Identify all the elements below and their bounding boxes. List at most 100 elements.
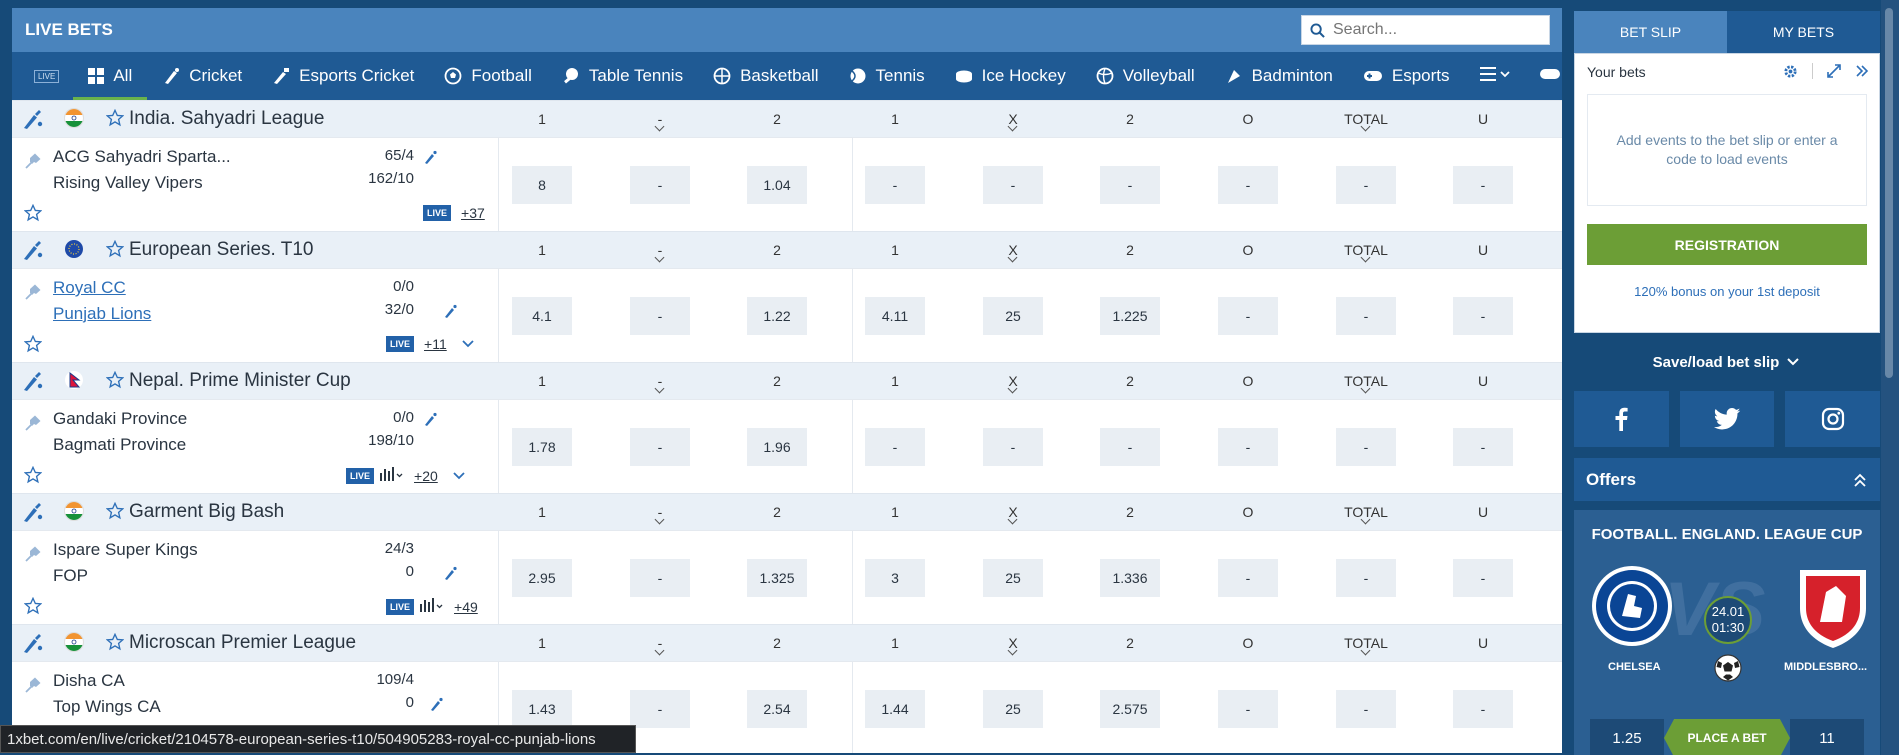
odds-button[interactable]: -	[983, 428, 1043, 466]
favorite-star-icon[interactable]	[105, 501, 125, 525]
team-home[interactable]: Ispare Super Kings	[53, 540, 198, 560]
sport-tab-tennis[interactable]: Tennis	[834, 52, 940, 100]
team-away[interactable]: Bagmati Province	[53, 435, 186, 455]
match-row[interactable]: Ispare Super Kings FOP 24/3 0 LIVE +49 2.95 - 1.…	[12, 530, 1562, 624]
odds-button[interactable]: 8	[512, 166, 572, 204]
odds-button[interactable]: -	[1100, 428, 1160, 466]
team-away[interactable]: Rising Valley Vipers	[53, 173, 203, 193]
odds-button[interactable]: 1.336	[1100, 559, 1160, 597]
odds-button[interactable]: -	[1453, 690, 1513, 728]
match-row[interactable]: Gandaki Province Bagmati Province 0/0 198/1…	[12, 399, 1562, 493]
registration-button[interactable]: REGISTRATION	[1587, 224, 1867, 265]
match-row[interactable]: Royal CC Punjab Lions 0/0 32/0 LIVE +11 4.1 - 1.…	[12, 268, 1562, 362]
sport-tab-esports-cricket[interactable]: Esports Cricket	[257, 52, 429, 100]
odds-button[interactable]: -	[630, 166, 690, 204]
favorite-star-icon[interactable]	[23, 465, 43, 489]
league-header[interactable]: India. Sahyadri League 1 - 2 1 X 2 O TOTAL U	[12, 100, 1562, 137]
odds-button[interactable]: -	[1218, 297, 1278, 335]
scrollbar-thumb[interactable]	[1885, 8, 1893, 378]
odds-button[interactable]: 1.43	[512, 690, 572, 728]
pin-icon[interactable]	[24, 676, 42, 699]
offer-odd-away[interactable]: 11	[1790, 719, 1864, 755]
statistics-icon[interactable]	[420, 598, 444, 615]
league-header[interactable]: Garment Big Bash 1 - 2 1 X 2 O TOTAL U	[12, 493, 1562, 530]
save-load-bet-slip[interactable]: Save/load bet slip	[1574, 333, 1880, 391]
odds-button[interactable]: 2.95	[512, 559, 572, 597]
facebook-link[interactable]	[1574, 391, 1669, 447]
collapse-double-chevron-icon[interactable]	[1855, 64, 1869, 78]
odds-button[interactable]: -	[1336, 690, 1396, 728]
sport-tab-esports[interactable]: Esports	[1348, 52, 1465, 100]
sport-tab-table-tennis[interactable]: Table Tennis	[547, 52, 698, 100]
team-home[interactable]: ACG Sahyadri Sparta...	[53, 147, 231, 167]
favorite-star-icon[interactable]	[23, 203, 43, 227]
odds-button[interactable]: -	[630, 428, 690, 466]
odds-button[interactable]: 1.225	[1100, 297, 1160, 335]
league-header[interactable]: European Series. T10 1 - 2 1 X 2 O TOTAL U	[12, 231, 1562, 268]
odds-button[interactable]: -	[1336, 297, 1396, 335]
pin-icon[interactable]	[24, 152, 42, 175]
league-name[interactable]: Microscan Premier League	[129, 632, 356, 654]
chevron-down-icon[interactable]	[452, 468, 466, 484]
expand-icon[interactable]	[1827, 64, 1841, 78]
odds-button[interactable]: 25	[983, 690, 1043, 728]
sport-tab-volleyball[interactable]: Volleyball	[1081, 52, 1210, 100]
more-markets-link[interactable]: +11	[424, 336, 447, 352]
team-away[interactable]: Punjab Lions	[53, 304, 151, 324]
odds-button[interactable]: 2.54	[747, 690, 807, 728]
odds-button[interactable]: -	[1336, 166, 1396, 204]
odds-button[interactable]: 2.575	[1100, 690, 1160, 728]
favorite-star-icon[interactable]	[23, 334, 43, 358]
chevron-down-icon[interactable]	[461, 336, 475, 352]
live-tab[interactable]: LIVE	[20, 52, 73, 100]
match-row[interactable]: ACG Sahyadri Sparta... Rising Valley Vipe…	[12, 137, 1562, 231]
sport-tab-all[interactable]: All	[73, 52, 148, 100]
league-name[interactable]: India. Sahyadri League	[129, 108, 324, 130]
odds-button[interactable]: -	[630, 297, 690, 335]
more-markets-link[interactable]: +20	[414, 468, 438, 484]
sport-tab-basketball[interactable]: Basketball	[698, 52, 833, 100]
odds-button[interactable]: -	[1218, 166, 1278, 204]
more-markets-link[interactable]: +37	[461, 205, 485, 221]
odds-button[interactable]: -	[630, 559, 690, 597]
sport-tab-ice-hockey[interactable]: Ice Hockey	[940, 52, 1081, 100]
odds-button[interactable]: 1.22	[747, 297, 807, 335]
odds-button[interactable]: 1.325	[747, 559, 807, 597]
pin-icon[interactable]	[24, 414, 42, 437]
odds-button[interactable]: 1.44	[865, 690, 925, 728]
sport-tab-badminton[interactable]: Badminton	[1210, 52, 1348, 100]
odds-button[interactable]: 1.96	[747, 428, 807, 466]
instagram-link[interactable]	[1785, 391, 1881, 447]
odds-button[interactable]: 1.78	[512, 428, 572, 466]
statistics-icon[interactable]	[380, 467, 404, 484]
offer-odd-home[interactable]: 1.25	[1590, 719, 1664, 755]
league-header[interactable]: Microscan Premier League 1 - 2 1 X 2 O TOTAL U	[12, 624, 1562, 661]
odds-button[interactable]: -	[983, 166, 1043, 204]
more-markets-link[interactable]: +49	[454, 599, 478, 615]
sport-tab-cricket[interactable]: Cricket	[147, 52, 257, 100]
odds-button[interactable]: -	[1453, 297, 1513, 335]
search-input[interactable]	[1333, 21, 1533, 39]
odds-button[interactable]: -	[1453, 559, 1513, 597]
odds-button[interactable]: -	[865, 428, 925, 466]
odds-button[interactable]: 25	[983, 559, 1043, 597]
favorite-star-icon[interactable]	[105, 632, 125, 656]
odds-button[interactable]: -	[1453, 166, 1513, 204]
odds-button[interactable]: 1.04	[747, 166, 807, 204]
gear-icon[interactable]	[1783, 64, 1798, 79]
twitter-link[interactable]	[1679, 391, 1775, 447]
league-name[interactable]: European Series. T10	[129, 239, 314, 261]
league-name[interactable]: Garment Big Bash	[129, 501, 284, 523]
bonus-link[interactable]: 120% bonus on your 1st deposit	[1575, 284, 1879, 299]
odds-button[interactable]: -	[630, 690, 690, 728]
odds-button[interactable]: -	[1336, 559, 1396, 597]
odds-button[interactable]: 4.11	[865, 297, 925, 335]
favorite-star-icon[interactable]	[105, 108, 125, 132]
favorite-star-icon[interactable]	[105, 370, 125, 394]
tab-bet-slip[interactable]: BET SLIP	[1574, 11, 1727, 53]
odds-button[interactable]: 4.1	[512, 297, 572, 335]
odds-button[interactable]: -	[1100, 166, 1160, 204]
pin-icon[interactable]	[24, 283, 42, 306]
odds-button[interactable]: 25	[983, 297, 1043, 335]
odds-button[interactable]: 3	[865, 559, 925, 597]
